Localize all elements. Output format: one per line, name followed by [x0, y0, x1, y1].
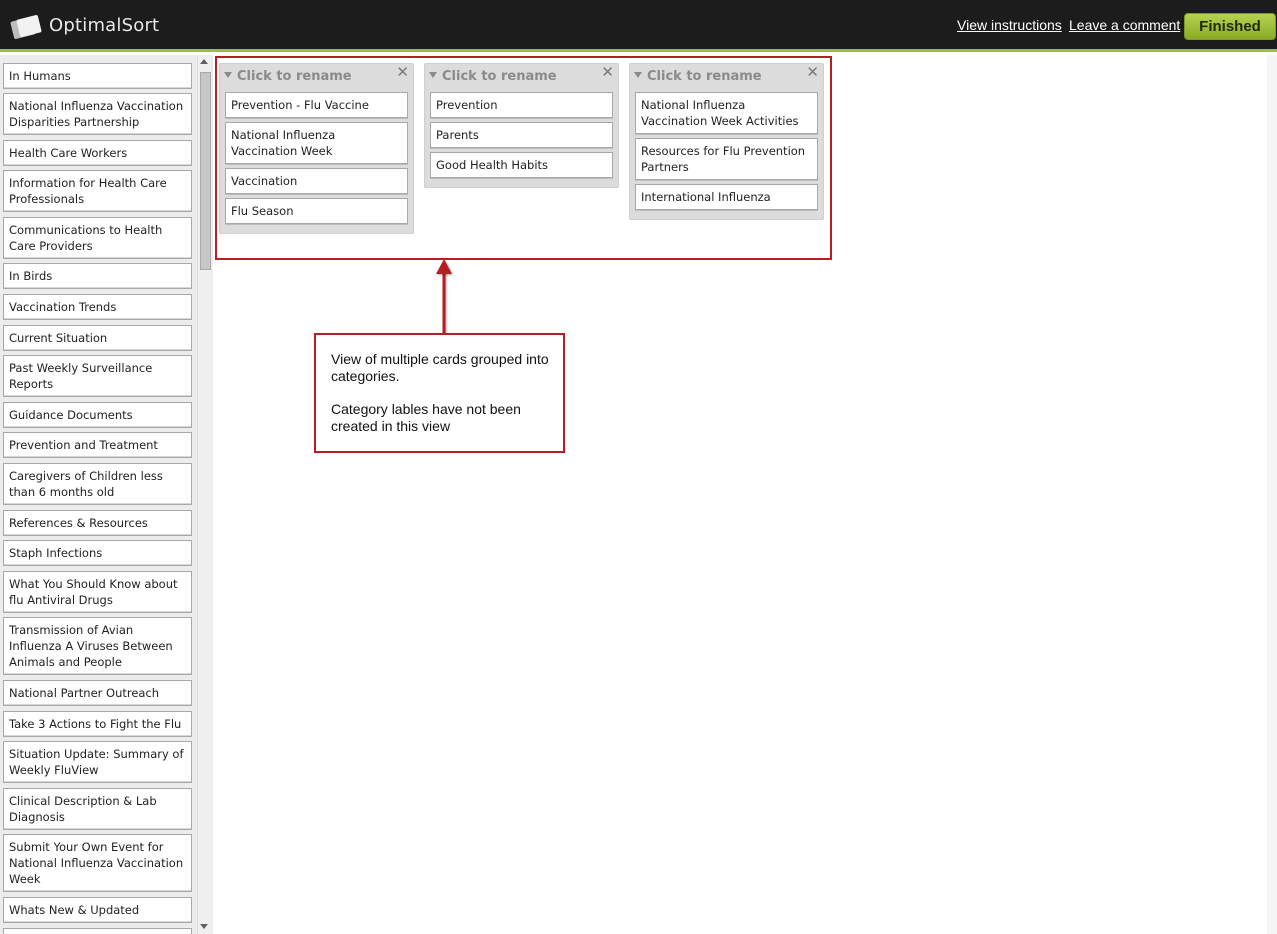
card-avian-transmission[interactable]: Transmission of Avian Influenza A Viruse…	[3, 617, 192, 675]
sidebar-scrollbar[interactable]	[197, 55, 211, 934]
card-situation-update[interactable]: Situation Update: Summary of Weekly FluV…	[3, 741, 192, 783]
card-references-resources[interactable]: References & Resources	[3, 510, 192, 536]
card-guidance-documents[interactable]: Guidance Documents	[3, 402, 192, 428]
top-bar: OptimalSort View instructions Leave a co…	[0, 0, 1277, 52]
scroll-up-arrow-icon[interactable]	[200, 59, 208, 64]
card-info-health-care-professionals[interactable]: Information for Health Care Professional…	[3, 170, 192, 212]
card-in-birds[interactable]: In Birds	[3, 263, 192, 289]
scroll-down-arrow-icon[interactable]	[200, 924, 208, 929]
app-logo-text: OptimalSort	[49, 15, 160, 36]
card-past-weekly-reports[interactable]: Past Weekly Surveillance Reports	[3, 355, 192, 397]
card-in-humans[interactable]: In Humans	[3, 63, 192, 89]
card-vaccination-disparities[interactable]: National Influenza Vaccination Dispariti…	[3, 93, 192, 135]
card-submit-event[interactable]: Submit Your Own Event for National Influ…	[3, 834, 192, 892]
card-staph-infections[interactable]: Staph Infections	[3, 540, 192, 566]
unsorted-cards-panel: In Humans National Influenza Vaccination…	[0, 55, 213, 934]
annotation-callout: View of multiple cards grouped into cate…	[314, 333, 565, 453]
card-partner-outreach[interactable]: National Partner Outreach	[3, 680, 192, 706]
cards-logo-icon	[10, 15, 42, 39]
card-partial[interactable]	[3, 928, 192, 934]
card-communications-providers[interactable]: Communications to Health Care Providers	[3, 217, 192, 259]
annotation-highlight-box	[215, 56, 832, 260]
view-instructions-link[interactable]: View instructions	[957, 17, 1062, 33]
card-caregivers-children[interactable]: Caregivers of Children less than 6 month…	[3, 463, 192, 505]
annotation-text-1: View of multiple cards grouped into cate…	[331, 351, 549, 384]
card-current-situation[interactable]: Current Situation	[3, 325, 192, 351]
card-health-care-workers[interactable]: Health Care Workers	[3, 140, 192, 166]
annotation-text-2: Category lables have not been created in…	[331, 401, 521, 434]
card-whats-new[interactable]: Whats New & Updated	[3, 897, 192, 923]
card-antiviral-drugs[interactable]: What You Should Know about flu Antiviral…	[3, 571, 192, 613]
page-scrollbar[interactable]	[1267, 55, 1277, 934]
card-clinical-description[interactable]: Clinical Description & Lab Diagnosis	[3, 788, 192, 830]
annotation-arrow-icon	[436, 259, 452, 336]
sidebar-scroll-thumb[interactable]	[200, 72, 211, 270]
card-prevention-treatment[interactable]: Prevention and Treatment	[3, 432, 192, 458]
leave-comment-link[interactable]: Leave a comment	[1069, 17, 1180, 33]
card-take-3-actions[interactable]: Take 3 Actions to Fight the Flu	[3, 711, 192, 737]
card-vaccination-trends[interactable]: Vaccination Trends	[3, 294, 192, 320]
finished-button[interactable]: Finished	[1184, 13, 1276, 40]
